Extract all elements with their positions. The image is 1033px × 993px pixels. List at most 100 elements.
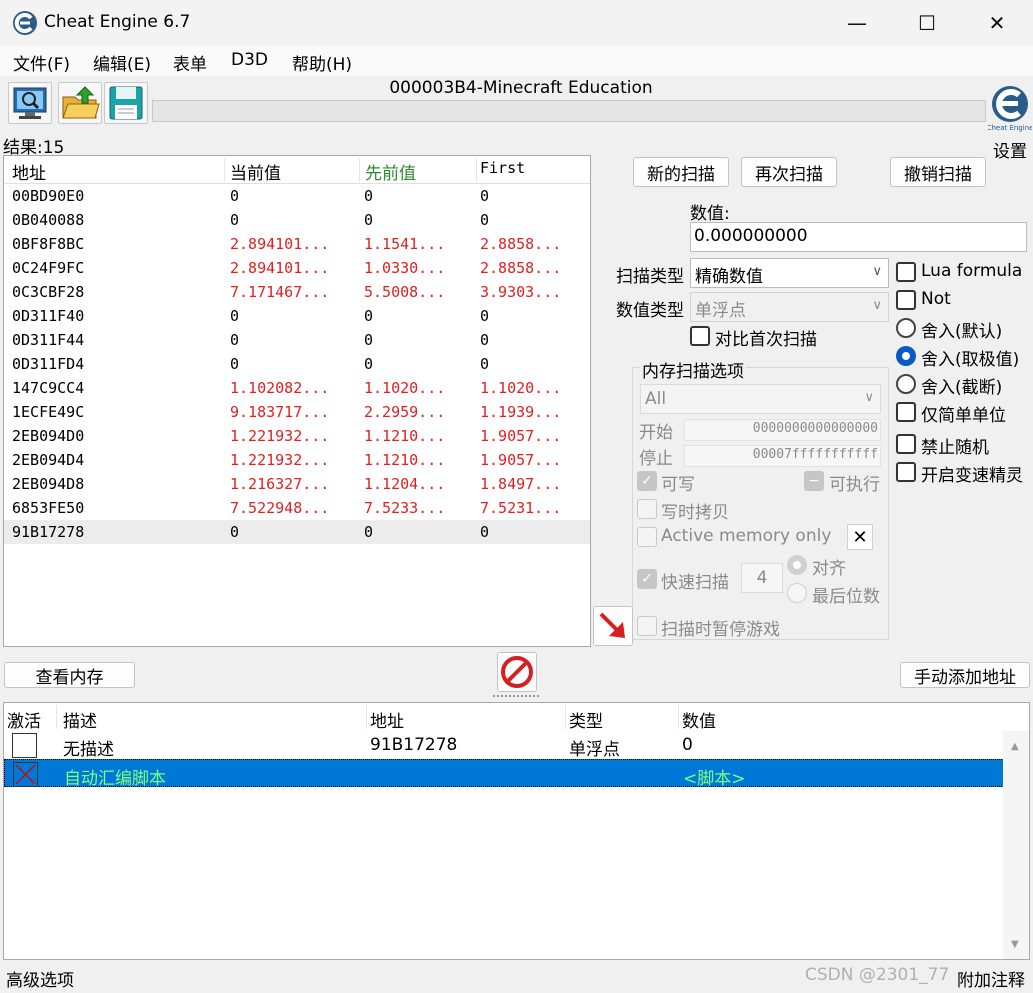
scan-result-row[interactable]: 0D311F44 0 0 0 [4,328,590,352]
cheat-table[interactable]: 激活 描述 地址 类型 数值 无描述 91B17278 单浮点 0 自动汇编脚本 <脚本> ▲ ▼ [3,702,1030,960]
stop-address-input[interactable]: 00007fffffffffff [684,445,881,467]
align-radio[interactable] [787,555,807,575]
settings-logo-button[interactable]: Cheat Engine [987,78,1033,134]
value-input[interactable]: 0.000000000 [690,222,1027,252]
vertical-scrollbar[interactable]: ▲ ▼ [1003,731,1029,959]
round-extreme-radio[interactable] [896,346,916,366]
column-divider[interactable] [56,705,57,729]
simple-unit-checkbox[interactable] [896,402,916,422]
undo-scan-button[interactable]: 撤销扫描 [890,157,986,187]
scan-cell-addr: 2EB094D4 [12,451,85,469]
advanced-options-label[interactable]: 高级选项 [6,966,74,991]
active-checkbox[interactable] [12,733,37,758]
scan-progress-bar [152,100,986,122]
save-button[interactable] [104,82,148,124]
scan-result-row[interactable]: 2EB094D4 1.221932... 1.1210... 1.9057... [4,448,590,472]
scan-cell-cur: 9.183717... [230,403,330,421]
add-to-list-button[interactable] [593,606,633,646]
cheat-entry-script-row[interactable]: 自动汇编脚本 <脚本> [4,759,1004,789]
menu-d3d[interactable]: D3D [231,50,268,70]
writable-checkbox[interactable]: ✓ [637,471,657,491]
clear-list-button[interactable] [497,652,537,692]
scan-cell-prev: 5.5008... [364,283,446,301]
menu-table[interactable]: 表单 [173,50,207,75]
cheat-engine-logo-icon [12,10,38,36]
value-type-select[interactable]: 单浮点 ∨ [690,292,889,322]
menu-edit[interactable]: 编辑(E) [93,50,151,75]
start-address-input[interactable]: 0000000000000000 [684,419,881,441]
maximize-button[interactable]: ☐ [897,0,957,46]
menu-help[interactable]: 帮助(H) [292,50,352,75]
cheat-header-col-0[interactable]: 激活 [7,707,41,732]
scroll-up-icon[interactable]: ▲ [1011,741,1019,752]
scan-cell-prev: 1.1204... [364,475,446,493]
add-address-manually-button[interactable]: 手动添加地址 [900,662,1030,688]
scan-result-row[interactable]: 2EB094D0 1.221932... 1.1210... 1.9057... [4,424,590,448]
scan-result-row[interactable]: 147C9CC4 1.102082... 1.1020... 1.1020... [4,376,590,400]
cheat-header-col-4[interactable]: 数值 [682,707,716,732]
scroll-down-icon[interactable]: ▼ [1011,939,1019,950]
scan-header-col-1[interactable]: 当前值 [230,159,281,184]
view-memory-button[interactable]: 查看内存 [4,662,135,688]
new-scan-button[interactable]: 新的扫描 [633,157,729,187]
open-process-button[interactable] [8,82,52,124]
round-default-radio[interactable] [896,318,916,338]
last-digits-radio[interactable] [787,583,807,603]
scan-results-list[interactable]: 地址 当前值 先前值 First 00BD90E0 0 0 0 0B040088 0 0 0 0BF8… [3,155,591,647]
region-value: All [645,389,667,409]
close-icon[interactable]: ✕ [847,524,873,550]
fast-scan-alignment-input[interactable]: 4 [741,563,783,593]
not-checkbox[interactable] [896,290,916,310]
active-checkbox[interactable] [13,762,38,787]
compare-first-checkbox[interactable] [690,326,710,346]
speedhack-checkbox[interactable] [896,462,916,482]
table-comments-label[interactable]: 附加注释 [957,966,1025,991]
splitter-handle[interactable] [493,695,539,698]
not-label: Not [921,289,951,309]
scan-cell-addr: 0BF8F8BC [12,235,85,253]
cheat-header-col-3[interactable]: 类型 [569,707,603,732]
scan-header-col-3[interactable]: First [480,159,525,177]
disable-random-checkbox[interactable] [896,434,916,454]
fast-scan-checkbox[interactable]: ✓ [637,569,657,589]
scan-result-row[interactable]: 00BD90E0 0 0 0 [4,184,590,208]
scan-header-col-0[interactable]: 地址 [12,159,46,184]
open-file-button[interactable] [58,82,102,124]
scan-result-row[interactable]: 0B040088 0 0 0 [4,208,590,232]
cheat-cell-value: <脚本> [683,769,746,789]
scan-result-row[interactable]: 91B17278 0 0 0 [4,520,590,544]
column-divider[interactable] [476,158,477,182]
active-memory-checkbox[interactable] [637,527,657,547]
column-divider[interactable] [366,705,367,729]
cheat-entry-row[interactable]: 无描述 91B17278 单浮点 0 [4,731,1004,760]
next-scan-button[interactable]: 再次扫描 [741,157,837,187]
cheat-header-col-2[interactable]: 地址 [370,707,404,732]
menu-file[interactable]: 文件(F) [13,50,70,75]
scan-header-col-2[interactable]: 先前值 [365,159,416,184]
copy-on-write-checkbox[interactable] [637,499,657,519]
scan-result-row[interactable]: 0D311FD4 0 0 0 [4,352,590,376]
lua-formula-checkbox[interactable] [896,262,916,282]
scan-result-row[interactable]: 1ECFE49C 9.183717... 2.2959... 1.1939... [4,400,590,424]
settings-label[interactable]: 设置 [993,137,1027,162]
cheat-header-col-1[interactable]: 描述 [63,707,97,732]
column-divider[interactable] [565,705,566,729]
column-divider[interactable] [678,705,679,729]
scan-result-row[interactable]: 0C24F9FC 2.894101... 1.0330... 2.8858... [4,256,590,280]
scan-result-row[interactable]: 0BF8F8BC 2.894101... 1.1541... 2.8858... [4,232,590,256]
column-divider[interactable] [359,158,360,182]
column-divider[interactable] [224,158,225,182]
menu-bar [0,46,1033,76]
round-truncate-radio[interactable] [896,374,916,394]
scan-result-row[interactable]: 0D311F40 0 0 0 [4,304,590,328]
scan-result-row[interactable]: 0C3CBF28 7.171467... 5.5008... 3.9303... [4,280,590,304]
pause-game-checkbox[interactable] [637,616,657,636]
scan-type-select[interactable]: 精确数值 ∨ [690,258,889,288]
executable-checkbox[interactable]: − [804,471,824,491]
scan-result-row[interactable]: 2EB094D8 1.216327... 1.1204... 1.8497... [4,472,590,496]
scan-result-row[interactable]: 6853FE50 7.522948... 7.5233... 7.5231... [4,496,590,520]
region-select[interactable]: All ∨ [640,384,881,414]
close-button[interactable]: ✕ [967,0,1027,46]
scan-cell-cur: 0 [230,331,240,349]
minimize-button[interactable]: — [827,0,887,46]
